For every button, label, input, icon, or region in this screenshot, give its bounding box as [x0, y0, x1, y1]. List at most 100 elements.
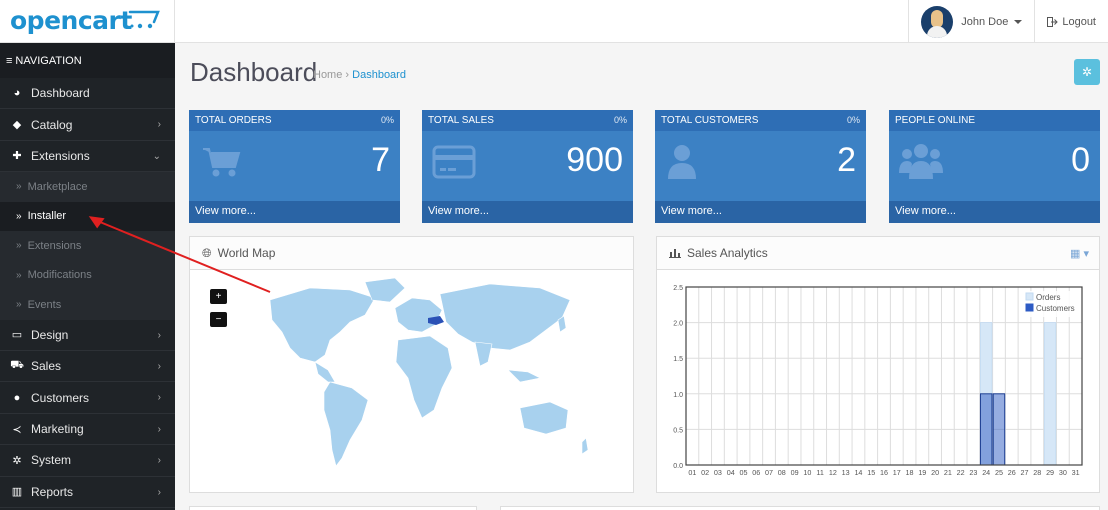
- logout-label: Logout: [1062, 15, 1096, 28]
- globe-icon: 🌐︎: [202, 245, 212, 260]
- chevron-right-icon: ›: [157, 392, 161, 404]
- sidebar-item-system[interactable]: ✲ System ›: [0, 445, 175, 477]
- top-header: opencart John Doe Logout: [0, 0, 1108, 43]
- double-chevron-icon: »: [16, 210, 22, 222]
- tile-title: TOTAL SALES: [428, 115, 494, 126]
- tile-people-online: PEOPLE ONLINE 0 View more...: [889, 110, 1100, 223]
- hamburger-icon: ≡: [6, 54, 13, 67]
- x-tick-label: 26: [1008, 468, 1016, 477]
- calendar-dropdown[interactable]: ▦ ▾: [1070, 247, 1089, 260]
- sidebar-item-extensions[interactable]: ✚ Extensions ⌄: [0, 141, 175, 173]
- user-menu[interactable]: John Doe: [908, 0, 1034, 43]
- world-map[interactable]: [190, 270, 633, 492]
- x-tick-label: 01: [688, 468, 696, 477]
- users-icon: [899, 144, 943, 179]
- sidebar-subitem-modifications[interactable]: » Modifications: [0, 260, 175, 291]
- breadcrumb-separator: ›: [345, 69, 350, 81]
- view-more-link[interactable]: View more...: [889, 201, 1100, 223]
- nav-heading[interactable]: ≡ NAVIGATION: [0, 43, 175, 78]
- x-tick-label: 07: [765, 468, 773, 477]
- double-chevron-icon: »: [16, 299, 22, 311]
- sidebar-item-label: Marketing: [31, 422, 84, 437]
- sidebar-subitem-label: Modifications: [27, 269, 92, 282]
- x-tick-label: 21: [944, 468, 952, 477]
- legend-label: Orders: [1036, 293, 1060, 302]
- x-tick-label: 28: [1033, 468, 1041, 477]
- caret-down-icon: [1014, 19, 1023, 24]
- tile-body: 2: [655, 131, 866, 201]
- tile-total-customers: TOTAL CUSTOMERS 0% 2 View more...: [655, 110, 866, 223]
- chevron-down-icon: ⌄: [152, 150, 161, 162]
- double-chevron-icon: »: [16, 269, 22, 281]
- map-asia: [439, 283, 571, 351]
- bottom-panel-left: [189, 506, 477, 510]
- x-tick-label: 10: [803, 468, 811, 477]
- bar-chart-icon: ▥: [11, 486, 23, 499]
- sidebar-subitem-events[interactable]: » Events: [0, 290, 175, 320]
- y-tick-label: 2.0: [673, 321, 683, 328]
- bottom-panel-right: [500, 506, 1100, 510]
- avatar: [921, 5, 954, 38]
- view-more-link[interactable]: View more...: [655, 201, 866, 223]
- breadcrumb: Home › Dashboard: [313, 69, 406, 81]
- sidebar-item-label: Design: [31, 327, 69, 342]
- bar-customers-24: [979, 393, 993, 466]
- gear-icon: ✲: [12, 454, 22, 467]
- sidebar-item-customers[interactable]: ● Customers ›: [0, 382, 175, 414]
- share-icon: ≺: [12, 423, 22, 436]
- breadcrumb-current[interactable]: Dashboard: [352, 69, 406, 81]
- user-name: John Doe: [961, 15, 1009, 28]
- map-europe: [394, 297, 443, 333]
- double-chevron-icon: »: [16, 181, 22, 193]
- map-australia: [519, 401, 569, 435]
- sign-out-icon: [1047, 16, 1059, 27]
- x-tick-label: 04: [727, 468, 735, 477]
- monitor-icon: ▭: [11, 329, 23, 342]
- map-new-zealand: [581, 437, 589, 455]
- double-chevron-icon: »: [16, 240, 22, 252]
- sidebar-subitem-marketplace[interactable]: » Marketplace: [0, 172, 175, 202]
- logout-link[interactable]: Logout: [1034, 0, 1108, 43]
- sidebar-subitem-label: Marketplace: [27, 180, 88, 193]
- tile-title: TOTAL ORDERS: [195, 115, 272, 126]
- x-tick-label: 30: [1059, 468, 1067, 477]
- tile-percent: 0%: [846, 115, 860, 125]
- nav-heading-label: NAVIGATION: [15, 54, 82, 67]
- map-central-america: [314, 361, 336, 383]
- sidebar-item-design[interactable]: ▭ Design ›: [0, 320, 175, 352]
- sidebar-item-catalog[interactable]: ◆ Catalog ›: [0, 109, 175, 141]
- cart-icon: ⛟: [10, 359, 24, 372]
- opencart-logo[interactable]: opencart: [10, 6, 160, 35]
- sales-chart[interactable]: 0.0 0.5 1.0 1.5 2.0 2.5 01 02 03 04 05 06 07 08 09 10 11…: [657, 270, 1099, 492]
- breadcrumb-home[interactable]: Home: [313, 69, 342, 81]
- settings-button[interactable]: ✲: [1074, 59, 1100, 85]
- sidebar-item-reports[interactable]: ▥ Reports ›: [0, 477, 175, 509]
- legend-swatch: [1025, 292, 1034, 301]
- map-north-america: [269, 287, 376, 363]
- sidebar-item-sales[interactable]: ⛟ Sales ›: [0, 351, 175, 383]
- tile-body: 7: [189, 131, 400, 201]
- sidebar-item-dashboard[interactable]: ◕ Dashboard: [0, 78, 175, 110]
- x-tick-label: 20: [931, 468, 939, 477]
- x-tick-label: 08: [778, 468, 786, 477]
- x-tick-label: 17: [893, 468, 901, 477]
- tile-total-orders: TOTAL ORDERS 0% 7 View more...: [189, 110, 400, 223]
- user-area: John Doe Logout: [908, 0, 1108, 43]
- header-divider: [174, 0, 175, 43]
- world-map-panel: 🌐︎ World Map + −: [189, 236, 634, 493]
- view-more-link[interactable]: View more...: [422, 201, 633, 223]
- cart-icon: [203, 148, 241, 177]
- sidebar-subitem-installer[interactable]: » Installer: [0, 201, 175, 232]
- sidebar-subitem-label: Extensions: [27, 239, 82, 252]
- sidebar-item-marketing[interactable]: ≺ Marketing ›: [0, 414, 175, 446]
- bar-orders-29: [1043, 322, 1057, 466]
- panel-title: Sales Analytics: [687, 246, 768, 260]
- chevron-right-icon: ›: [157, 361, 161, 373]
- sidebar-subitem-extensions[interactable]: » Extensions: [0, 231, 175, 261]
- x-tick-label: 31: [1072, 468, 1080, 477]
- y-tick-label: 0.0: [673, 463, 683, 470]
- panel-title: World Map: [217, 246, 276, 260]
- x-tick-label: 03: [714, 468, 722, 477]
- dashboard-icon: ◕: [13, 87, 21, 100]
- view-more-link[interactable]: View more...: [189, 201, 400, 223]
